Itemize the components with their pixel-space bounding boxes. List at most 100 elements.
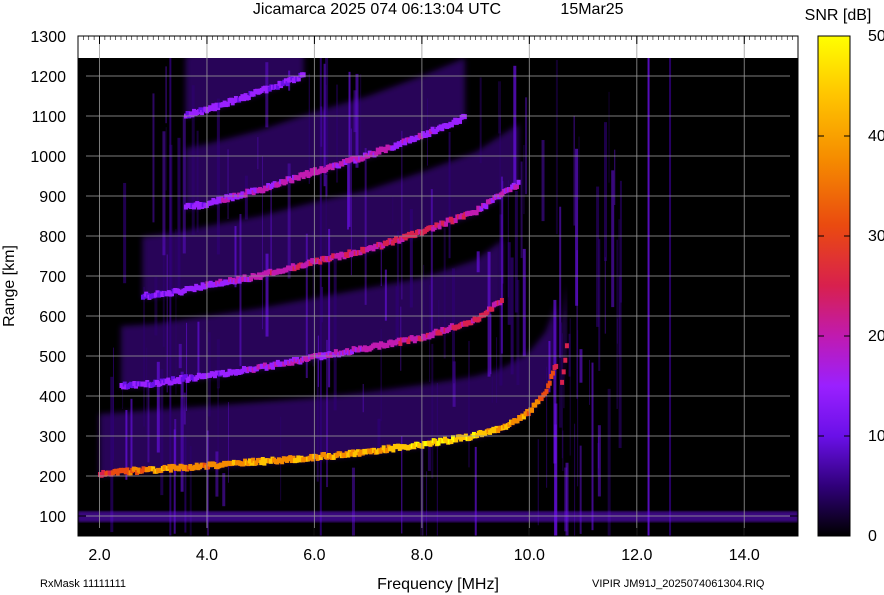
noise-streak — [175, 229, 177, 395]
y-tick-label: 500 — [39, 349, 66, 366]
echo-mark — [560, 379, 565, 385]
noise-streak — [227, 149, 229, 219]
echo-mark — [561, 369, 566, 375]
y-tick-label: 800 — [39, 229, 66, 246]
y-tick-label: 900 — [39, 189, 66, 206]
colorbar-tick-label: 40 — [868, 128, 884, 145]
echo-mark — [563, 357, 568, 363]
noise-streak — [555, 60, 558, 235]
noise-streak — [616, 239, 618, 409]
x-tick-label: 8.0 — [411, 547, 433, 564]
noise-streak — [569, 318, 571, 456]
noise-streak — [443, 228, 446, 359]
noise-streak — [261, 156, 263, 330]
noise-streak — [574, 423, 576, 536]
y-tick-label: 1100 — [32, 109, 67, 126]
echo-mark — [490, 306, 495, 312]
noise-streak — [364, 147, 367, 305]
x-axis-label: Frequency [MHz] — [377, 576, 499, 593]
y-axis-label: Range [km] — [1, 245, 18, 327]
noise-streak — [165, 66, 167, 124]
noise-streak — [177, 137, 181, 290]
noise-streak — [191, 85, 195, 236]
interference-line — [669, 58, 672, 536]
noise-streak — [152, 93, 155, 223]
echo-mark — [529, 407, 534, 413]
colorbar-tick-label: 20 — [868, 328, 884, 345]
noise-streak — [182, 115, 186, 254]
colorbar-tick-label: 30 — [868, 228, 884, 245]
noise-streak — [227, 402, 229, 483]
noise-streak — [496, 337, 498, 403]
noise-streak — [520, 161, 523, 258]
x-tick-label: 12.0 — [621, 547, 652, 564]
ionogram: 2.0 4.0 6.0 8.0 10.0 12.0 14.0 100200300400500… — [1, 1, 884, 593]
noise-streak — [523, 144, 525, 215]
noise-streak — [130, 398, 133, 475]
noise-streak — [123, 182, 127, 284]
colorbar-tick-label: 50 — [868, 28, 884, 45]
noise-streak — [608, 91, 610, 183]
noise-streak — [353, 90, 357, 133]
noise-streak — [110, 376, 114, 533]
x-tick-label: 6.0 — [303, 547, 325, 564]
noise-streak — [430, 189, 433, 336]
noise-band — [78, 511, 798, 522]
noise-streak — [578, 136, 580, 200]
echo-mark — [564, 343, 569, 349]
chart-date: 15Mar25 — [560, 1, 623, 18]
file-label: VIPIR JM91J_2025074061304.RIQ — [592, 578, 765, 590]
y-tick-label: 200 — [39, 469, 66, 486]
noise-streak — [604, 122, 608, 262]
noise-streak — [265, 62, 269, 128]
noise-streak — [525, 97, 528, 195]
noise-streak — [215, 451, 219, 497]
noise-streak — [146, 347, 148, 438]
noise-streak — [619, 180, 622, 303]
noise-streak — [554, 403, 558, 536]
noise-streak — [122, 387, 124, 410]
noise-streak — [598, 239, 601, 371]
colorbar-label: SNR [dB] — [805, 7, 872, 24]
noise-streak — [479, 77, 482, 164]
noise-streak — [426, 471, 428, 536]
echo-mark — [550, 370, 555, 376]
noise-streak — [436, 382, 438, 536]
noise-streak — [154, 276, 158, 336]
y-tick-label: 1300 — [30, 29, 66, 46]
noise-streak — [348, 71, 351, 227]
noise-streak — [423, 264, 425, 332]
echo-mark — [484, 204, 489, 210]
noise-streak — [265, 253, 269, 337]
y-tick-label: 400 — [39, 389, 66, 406]
noise-streak — [183, 392, 186, 425]
interference-line — [647, 58, 650, 536]
noise-streak — [497, 81, 501, 134]
noise-streak — [559, 322, 563, 428]
noise-streak — [196, 130, 199, 233]
noise-streak — [216, 98, 220, 255]
noise-streak — [239, 213, 242, 367]
noise-streak — [162, 131, 166, 256]
noise-streak — [468, 340, 470, 468]
noise-streak — [507, 180, 509, 298]
noise-streak — [409, 209, 413, 308]
noise-streak — [113, 347, 115, 461]
noise-streak — [308, 73, 310, 184]
noise-streak — [448, 131, 451, 259]
noise-streak — [384, 269, 387, 321]
echo-mark — [554, 363, 559, 369]
noise-streak — [522, 248, 526, 357]
noise-streak — [420, 420, 422, 536]
noise-streak — [189, 446, 192, 536]
noise-streak — [577, 330, 579, 487]
noise-streak — [431, 343, 434, 479]
echo-mark — [499, 297, 504, 303]
y-tick-label: 600 — [39, 309, 66, 326]
noise-streak — [575, 148, 579, 306]
noise-streak — [217, 387, 219, 456]
noise-streak — [156, 361, 160, 453]
noise-streak — [360, 74, 362, 152]
echo-mark — [301, 72, 306, 78]
colorbar — [817, 35, 851, 537]
